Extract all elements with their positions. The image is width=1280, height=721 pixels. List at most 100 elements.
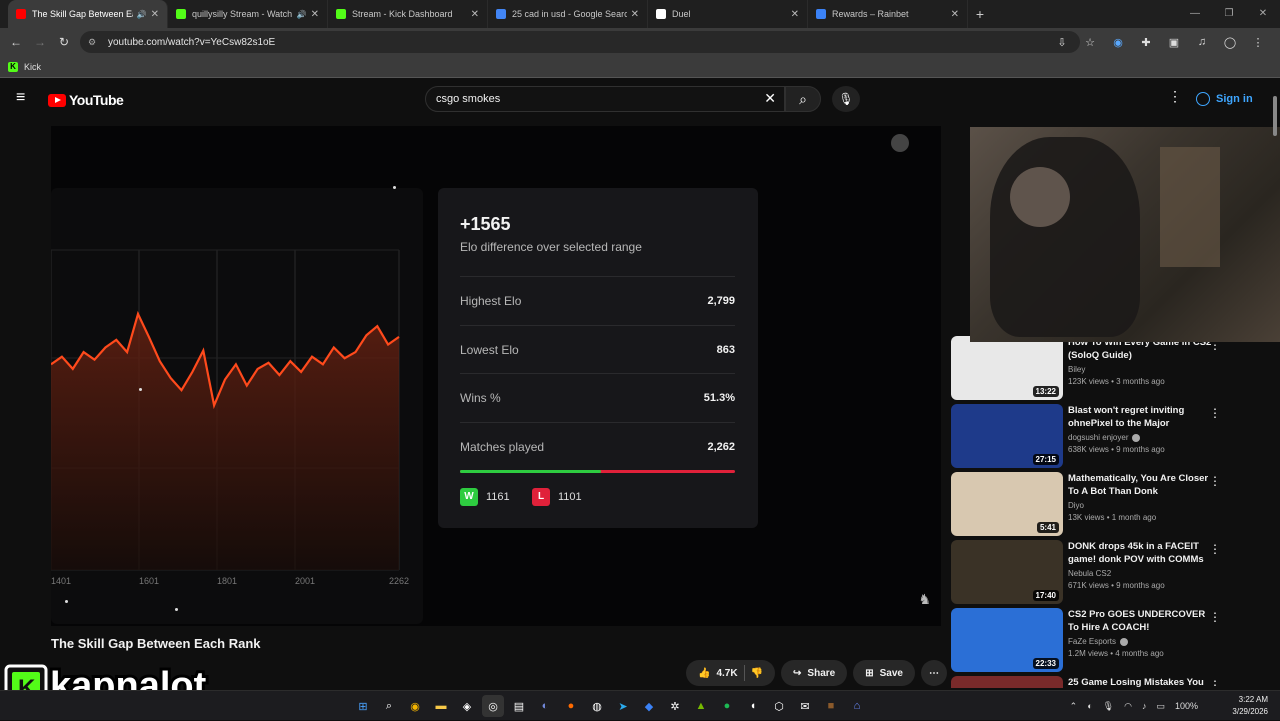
browser-tab[interactable]: Rewards – Rainbet ✕ [808,0,968,28]
browser-tab[interactable]: quillysilly Stream - Watch Live 🔊 ✕ [168,0,328,28]
video-title[interactable]: DONK drops 45k in a FACEIT game! donk PO… [1068,540,1213,566]
file-explorer-icon[interactable]: ▬ [430,695,452,717]
page-scrollbar[interactable] [1272,86,1278,706]
mic-tray-icon[interactable]: 🎙 [1103,701,1114,712]
video-player[interactable]: 1401 1601 1801 2001 2262 +1565 Elo differenc… [51,126,941,626]
recommended-video[interactable]: 22:33 CS2 Pro GOES UNDERCOVER To Hire A C… [951,608,1251,672]
reload-icon[interactable]: ↻ [52,35,76,49]
video-menu-icon[interactable]: ⋮ [1209,474,1221,488]
profile-icon[interactable]: ◯ [1218,36,1242,49]
app-icon[interactable]: ◈ [456,695,478,717]
video-title[interactable]: 25 Game Losing Mistakes You [1068,676,1213,688]
youtube-logo[interactable]: YouTube [48,92,124,108]
spotify-icon[interactable]: ● [716,695,738,717]
sidepanel-icon[interactable]: ▣ [1162,36,1186,49]
close-window-button[interactable]: ✕ [1246,0,1280,28]
battery-icon[interactable]: ▭ [1156,701,1165,712]
windows-start-icon[interactable]: ⊞ [352,695,374,717]
wifi-icon[interactable]: ◠ [1124,701,1132,712]
video-menu-icon[interactable]: ⋮ [1209,542,1221,556]
browser-tab[interactable]: 25 cad in usd - Google Search ✕ [488,0,648,28]
channel-name[interactable]: Nebula CS2 [1068,569,1111,578]
sign-in-button[interactable]: Sign in [1196,87,1253,111]
recommended-video[interactable]: 13:22 How To Win Every Game in CS2 (SoloQ… [951,336,1251,400]
video-thumbnail[interactable]: 13:22 [951,336,1063,400]
app-icon[interactable]: ⌂ [846,695,868,717]
search-button[interactable]: ⌕ [785,86,821,112]
more-actions-button[interactable]: ⋯ [920,660,947,686]
channel-name[interactable]: dogsushi enjoyer [1068,433,1128,442]
discord-icon[interactable]: ◐ [534,695,556,717]
app-icon[interactable]: ✲ [664,695,686,717]
bookmark-star-icon[interactable]: ☆ [1078,36,1102,49]
video-thumbnail[interactable] [951,676,1063,688]
app-icon[interactable]: ⬡ [768,695,790,717]
search-input[interactable]: csgo smokes ✕ [425,86,785,112]
recommended-video[interactable]: 17:40 DONK drops 45k in a FACEIT game! do… [951,540,1251,604]
minimize-button[interactable]: — [1178,0,1212,28]
minecraft-icon[interactable]: ■ [820,695,842,717]
voice-search-button[interactable]: 🎙 [832,86,860,112]
extension-icon[interactable]: ◉ [1106,36,1130,49]
video-menu-icon[interactable]: ⋮ [1209,610,1221,624]
share-button[interactable]: ↪ Share [781,660,848,686]
video-thumbnail[interactable]: 22:33 [951,608,1063,672]
media-icon[interactable]: ♫ [1190,36,1214,48]
clear-search-icon[interactable]: ✕ [764,90,776,107]
video-title[interactable]: Blast won't regret inviting ohnePixel to… [1068,404,1213,430]
taskbar-search-icon[interactable]: ⌕ [378,695,400,717]
obs-icon[interactable]: ● [560,695,582,717]
nvidia-icon[interactable]: ▲ [690,695,712,717]
forward-icon[interactable]: → [28,35,52,49]
install-icon[interactable]: ⇩ [1050,36,1074,49]
site-info-icon[interactable]: ⚙ [88,37,102,48]
recommended-video[interactable]: 25 Game Losing Mistakes You ⋮ [951,676,1251,688]
new-tab-button[interactable]: + [968,0,992,28]
chrome-icon[interactable]: ◉ [404,695,426,717]
channel-name[interactable]: Diyo [1068,501,1084,510]
steam-client-icon[interactable]: ◍ [586,695,608,717]
app-icon[interactable]: ◖ [742,695,764,717]
recommended-video[interactable]: 27:15 Blast won't regret inviting ohnePix… [951,404,1251,468]
video-title[interactable]: CS2 Pro GOES UNDERCOVER To Hire A COACH! [1068,608,1213,634]
address-input[interactable]: ⚙ youtube.com/watch?v=YeCsw82s1oE [80,31,1080,53]
browser-tab[interactable]: Duel ✕ [648,0,808,28]
video-thumbnail[interactable]: 17:40 [951,540,1063,604]
app-icon[interactable]: ✉ [794,695,816,717]
close-tab-icon[interactable]: ✕ [471,9,479,20]
telegram-icon[interactable]: ➤ [612,695,634,717]
settings-menu-icon[interactable]: ⋮ [1168,88,1182,105]
epic-games-icon[interactable]: ▤ [508,695,530,717]
video-menu-icon[interactable]: ⋮ [1209,678,1221,688]
clock[interactable]: 3:22 AM 3/29/2026 [1232,694,1268,718]
close-tab-icon[interactable]: ✕ [151,9,159,20]
speaker-icon[interactable]: 🔊 [137,10,147,19]
dislike-button[interactable]: 👎 [751,668,763,679]
video-thumbnail[interactable]: 27:15 [951,404,1063,468]
puzzle-icon[interactable]: ✚ [1134,36,1158,49]
speaker-icon[interactable]: 🔊 [297,10,307,19]
scrollbar-thumb[interactable] [1273,96,1277,136]
hamburger-menu-icon[interactable]: ≡ [16,90,32,106]
recommended-video[interactable]: 5:41 Mathematically, You Are Closer To A … [951,472,1251,536]
tray-expand-icon[interactable]: ⌃ [1070,701,1078,712]
video-menu-icon[interactable]: ⋮ [1209,406,1221,420]
close-tab-icon[interactable]: ✕ [791,9,799,20]
browser-tab[interactable]: Stream - Kick Dashboard ✕ [328,0,488,28]
browser-tab[interactable]: The Skill Gap Between Each Rank 🔊 ✕ [8,0,168,28]
volume-icon[interactable]: ♪ [1142,701,1147,711]
close-tab-icon[interactable]: ✕ [311,9,319,20]
channel-name[interactable]: Biley [1068,365,1085,374]
discord-tray-icon[interactable]: ◐ [1087,701,1092,711]
maximize-button[interactable]: ❐ [1212,0,1246,28]
video-thumbnail[interactable]: 5:41 [951,472,1063,536]
close-tab-icon[interactable]: ✕ [631,9,639,20]
channel-name[interactable]: FaZe Esports [1068,637,1116,646]
close-tab-icon[interactable]: ✕ [951,9,959,20]
menu-icon[interactable]: ⋮ [1246,36,1270,49]
video-title[interactable]: Mathematically, You Are Closer To A Bot … [1068,472,1213,498]
like-button[interactable]: 👍 4.7K [698,668,738,679]
save-button[interactable]: ⊞ Save [853,660,915,686]
steam-icon[interactable]: ◎ [482,695,504,717]
bookmark-kick[interactable]: K Kick [8,61,41,72]
